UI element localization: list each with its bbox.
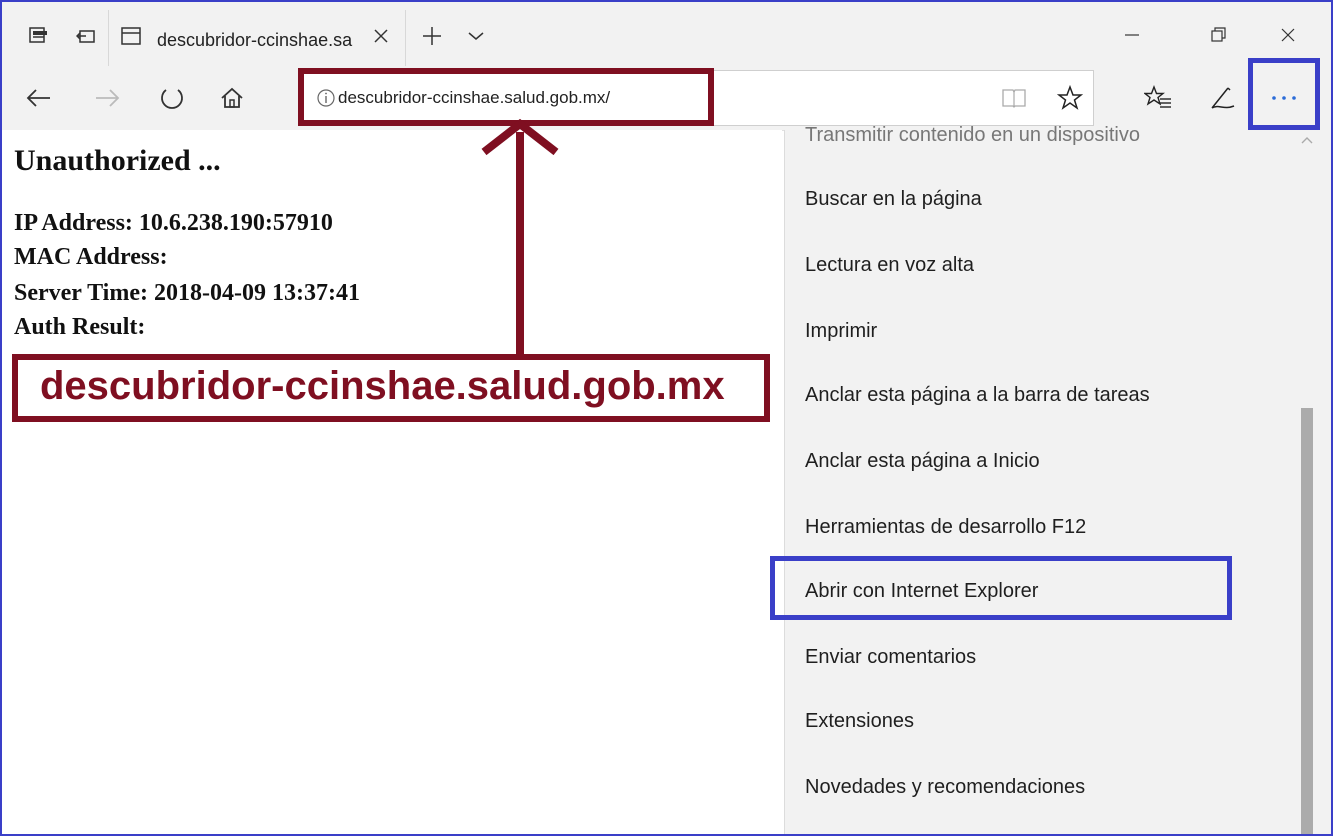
menu-item-print[interactable]: Imprimir [805, 320, 877, 343]
server-time-line: Server Time: 2018-04-09 13:37:41 [14, 280, 360, 306]
favorites-hub-icon[interactable] [1142, 82, 1174, 114]
close-window-icon[interactable] [1268, 20, 1308, 50]
browser-window: descubridor-ccinshae.sa descubridor-ccin… [0, 0, 1333, 836]
menu-item-find[interactable]: Buscar en la página [805, 188, 982, 211]
menu-item-dev-tools[interactable]: Herramientas de desarrollo F12 [805, 516, 1086, 539]
tabs-aside-icon[interactable] [26, 24, 50, 48]
menu-item-feedback[interactable]: Enviar comentarios [805, 646, 976, 669]
more-menu-panel: Transmitir contenido en un dispositivo B… [784, 124, 1331, 834]
menu-item-whats-new[interactable]: Novedades y recomendaciones [805, 776, 1085, 799]
open-ie-highlight-box [770, 556, 1232, 620]
back-icon[interactable] [22, 82, 54, 114]
pen-icon[interactable] [1206, 82, 1238, 114]
tab-title: descubridor-ccinshae.sa [157, 30, 353, 50]
address-highlight-box [298, 68, 714, 126]
restore-icon[interactable] [1198, 20, 1238, 50]
menu-item-read-aloud[interactable]: Lectura en voz alta [805, 254, 974, 277]
forward-icon[interactable] [92, 82, 124, 114]
menu-scrollbar[interactable] [1297, 130, 1317, 834]
domain-callout-label: descubridor-ccinshae.salud.gob.mx [40, 364, 725, 408]
auth-result-line: Auth Result: [14, 314, 146, 340]
close-tab-icon[interactable] [369, 24, 393, 48]
navigation-bar: descubridor-ccinshae.salud.gob.mx/ [2, 58, 1331, 131]
favorite-star-icon[interactable] [1054, 82, 1086, 114]
menu-item-pin-start[interactable]: Anclar esta página a Inicio [805, 450, 1040, 473]
scroll-thumb[interactable] [1301, 408, 1313, 834]
domain-callout-box: descubridor-ccinshae.salud.gob.mx [12, 354, 770, 422]
menu-item-pin-taskbar[interactable]: Anclar esta página a la barra de tareas [805, 384, 1150, 407]
new-tab-icon[interactable] [420, 24, 444, 48]
reading-view-icon[interactable] [998, 82, 1030, 114]
menu-item-cast[interactable]: Transmitir contenido en un dispositivo [805, 124, 1140, 147]
minimize-icon[interactable] [1112, 20, 1152, 50]
refresh-icon[interactable] [156, 82, 188, 114]
more-highlight-box [1248, 58, 1320, 130]
home-icon[interactable] [216, 82, 248, 114]
menu-item-extensions[interactable]: Extensiones [805, 710, 914, 733]
chevron-down-icon[interactable] [464, 24, 488, 48]
mac-address-line: MAC Address: [14, 244, 168, 270]
page-icon [119, 24, 143, 48]
back-tabs-icon[interactable] [74, 24, 98, 48]
ip-address-line: IP Address: 10.6.238.190:57910 [14, 210, 333, 236]
tab-bar: descubridor-ccinshae.sa [2, 2, 1331, 74]
scroll-up-icon[interactable] [1299, 134, 1315, 150]
page-content: Unauthorized ... IP Address: 10.6.238.19… [2, 130, 782, 834]
tab-active[interactable]: descubridor-ccinshae.sa [108, 10, 406, 74]
page-heading: Unauthorized ... [14, 144, 221, 177]
